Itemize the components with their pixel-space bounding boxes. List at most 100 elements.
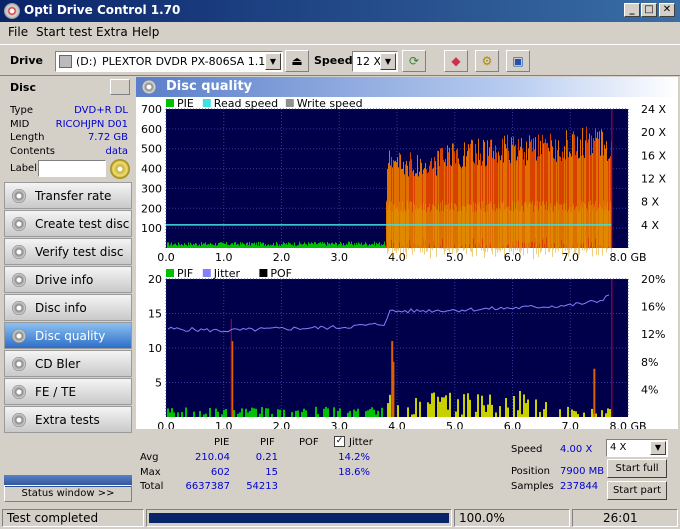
pif-bar [413,414,415,417]
start-full-button[interactable]: Start full [607,459,667,478]
pie-bar [284,242,285,248]
pie-bar [331,242,332,248]
maximize-button[interactable]: □ [641,3,657,17]
pie-bar [339,244,340,248]
pie-bar-low [507,206,508,245]
nav-disc-info[interactable]: Disc info [4,294,132,321]
pie-bar-low [560,204,561,249]
nav-disc-quality[interactable]: Disc quality [4,322,132,349]
pif-bar [431,393,433,417]
pie-bar-low [597,209,598,246]
toolbar: Drive (D:) PLEXTOR DVDR PX-806SA 1.16 ▼ … [0,44,680,76]
pie-bar [309,243,310,248]
pie-bar-low [583,201,584,243]
y-right-tick-label: 20 X [641,126,666,139]
pie-bar [377,244,378,248]
pie-bar [348,241,349,248]
pie-bar [361,242,362,248]
pie-bar [356,242,357,248]
disc-label-icon[interactable] [110,159,130,179]
disc-length-value: 7.72 GB [87,132,128,143]
eject-button[interactable]: ⏏ [285,50,309,72]
pie-bar [368,245,369,248]
pie-bar-low [445,204,446,252]
pie-bar [255,245,256,248]
pie-bar-low [602,208,603,256]
menu-extra[interactable]: Extra [96,25,128,39]
pie-bar-low [397,206,398,249]
disc-icon [12,189,26,203]
stats-max-label: Max [140,467,161,478]
y-tick-label: 200 [141,202,162,215]
nav-drive-info[interactable]: Drive info [4,266,132,293]
nav-verify-test-disc[interactable]: Verify test disc [4,238,132,265]
legend-label: PIF [177,267,193,280]
pif-bar [239,412,241,417]
chevron-down-icon[interactable]: ▼ [265,53,281,70]
y-right-tick-label: 12 X [641,173,666,186]
pif-bar [353,409,355,417]
pie-bar [185,244,186,248]
pie-bar-low [496,207,497,250]
x-tick-label: 5.0 [446,251,464,264]
chevron-down-icon[interactable]: ▼ [380,53,396,70]
status-window-button[interactable]: Status window >> [4,485,132,502]
pie-bar [325,244,326,248]
pie-bar-low [503,200,504,246]
nav-fe-te[interactable]: FE / TE [4,378,132,405]
pie-bar [260,241,261,248]
pie-bar-low [523,211,524,256]
position-label: Position [511,466,550,477]
nav-extra-tests[interactable]: Extra tests [4,406,132,433]
disc-label-input[interactable] [38,160,106,177]
nav-create-test-disc[interactable]: Create test disc [4,210,132,237]
pie-bar [290,243,291,248]
save-button[interactable]: ▣ [506,50,530,72]
pie-bar [296,245,297,248]
pie-bar [266,245,267,248]
pie-bar-low [409,202,410,240]
disc-refresh-button[interactable] [110,79,130,95]
nav-transfer-rate[interactable]: Transfer rate [4,182,132,209]
y-tick-label: 15 [148,308,162,321]
pie-bar-low [482,200,483,239]
close-button[interactable]: ✕ [659,3,675,17]
pif-bar [381,407,383,417]
pie-bar-low [609,210,610,249]
pif-bar [491,404,493,417]
pie-bar-low [589,205,590,250]
pie-bar [288,242,289,248]
menu-file[interactable]: File [8,25,28,39]
pie-bar [167,242,168,248]
menu-help[interactable]: Help [132,25,159,39]
pie-bar [330,244,331,248]
drive-select[interactable]: (D:) PLEXTOR DVDR PX-806SA 1.16 ▼ [55,51,283,72]
menu-start-test[interactable]: Start test [36,25,92,39]
pie-bar-low [401,209,402,246]
jitter-checkbox[interactable]: ✓ [334,436,345,447]
pie-bar [182,244,183,248]
start-part-button[interactable]: Start part [607,481,667,500]
speed-select[interactable]: 12 X ▼ [352,51,398,72]
pie-bar [379,242,380,248]
stats-total-label: Total [140,481,164,492]
nav-cd-bler[interactable]: CD Bler [4,350,132,377]
erase-button[interactable]: ◆ [444,50,468,72]
pie-bar [321,243,322,248]
pie-bar-low [454,203,455,245]
pie-bar [168,242,169,248]
chevron-down-icon[interactable]: ▼ [650,441,666,455]
pif-bar [575,411,577,417]
settings-button[interactable]: ⚙ [475,50,499,72]
test-speed-select[interactable]: 4 X ▼ [606,439,668,457]
status-text-cell: Test completed [2,509,144,527]
pie-bar [305,243,306,248]
pif-bar [415,398,417,417]
minimize-button[interactable]: _ [624,3,640,17]
refresh-button[interactable]: ⟳ [402,50,426,72]
pie-bar [192,245,193,248]
elapsed-time: 26:01 [603,511,638,525]
pie-bar [236,244,237,248]
pie-bar [198,245,199,248]
pie-bar [194,244,195,248]
